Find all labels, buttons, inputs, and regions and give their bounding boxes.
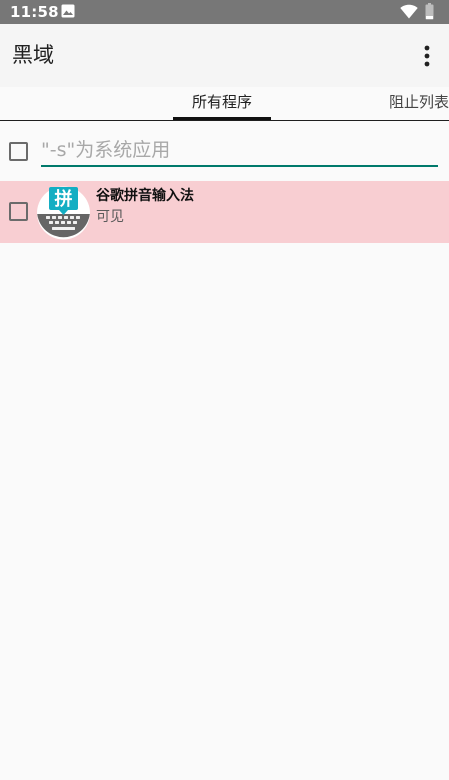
app-title: 黑域 [12, 43, 54, 67]
battery-icon [425, 3, 434, 20]
icon-glyph: 拼 [55, 188, 73, 210]
filter-row [0, 121, 449, 179]
gallery-icon [61, 4, 75, 18]
tab-all-apps-label: 所有程序 [191, 93, 252, 111]
tab-all-apps[interactable]: 所有程序 [173, 87, 271, 120]
google-pinyin-keyboard-icon: 拼 [37, 186, 90, 240]
list-item[interactable]: 拼 谷歌拼音输入法 可见 [0, 181, 449, 243]
overflow-menu-icon[interactable] [416, 43, 438, 69]
app-name: 谷歌拼音输入法 [96, 188, 194, 204]
tab-selected-indicator [173, 117, 271, 120]
status-bar: 11:58 [0, 0, 449, 24]
app-bar: 黑域 [0, 24, 449, 87]
app-checkbox[interactable] [9, 202, 28, 221]
tab-block-list-label: 阻止列表 [389, 93, 449, 111]
tab-bar: 所有程序 阻止列表 [0, 87, 449, 121]
search-input[interactable] [41, 137, 438, 167]
select-all-checkbox[interactable] [9, 142, 28, 161]
app-status: 可见 [96, 209, 124, 225]
wifi-icon [400, 4, 418, 19]
tab-block-list[interactable]: 阻止列表 [389, 87, 449, 120]
status-time: 11:58 [10, 3, 59, 21]
